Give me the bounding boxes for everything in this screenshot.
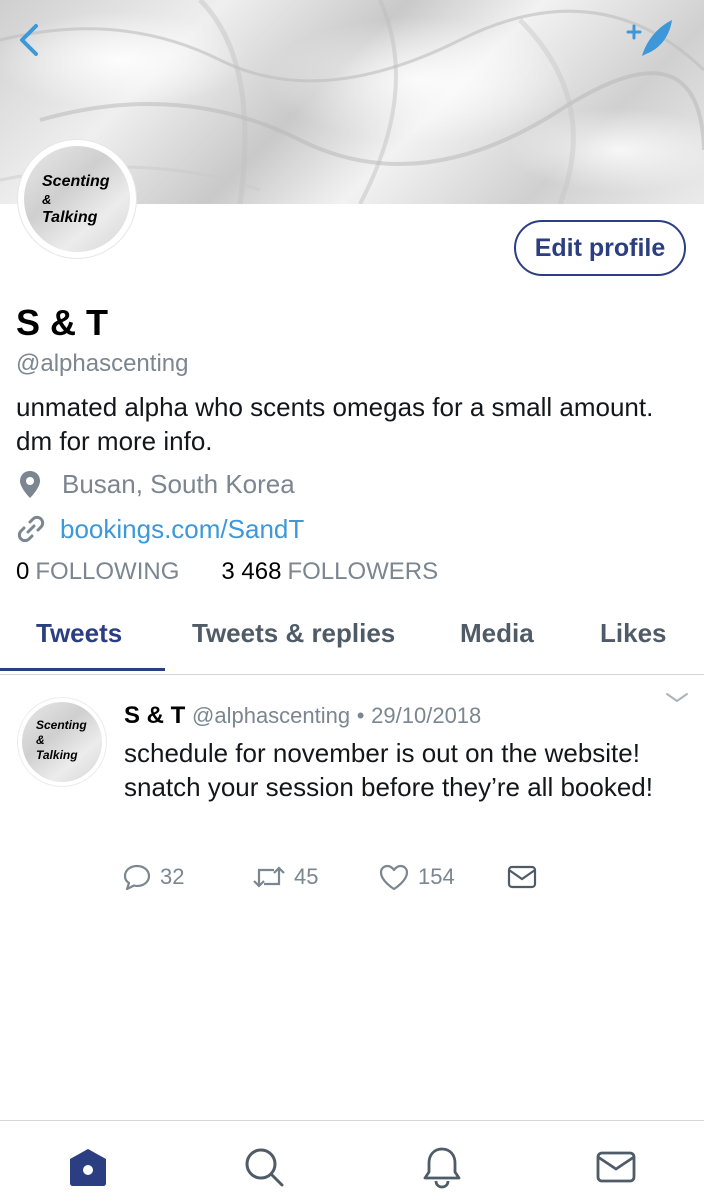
profile-website[interactable]: bookings.com/SandT xyxy=(16,511,304,547)
avatar-text-line-3: Talking xyxy=(42,209,98,226)
tweet-text: schedule for november is out on the webs… xyxy=(124,738,653,802)
heart-icon xyxy=(379,864,409,891)
like-count: 154 xyxy=(418,864,455,889)
link-icon xyxy=(17,515,45,543)
following-stat[interactable]: 0 FOLLOWING xyxy=(16,558,179,586)
location-pin-icon xyxy=(20,471,40,498)
profile-handle: @alphascenting xyxy=(16,350,189,377)
profile-tabs: Tweets Tweets & replies Media Likes xyxy=(0,604,704,675)
compose-tweet-button[interactable] xyxy=(622,14,678,62)
followers-stat[interactable]: 3 468 FOLLOWERS xyxy=(221,558,438,586)
home-icon xyxy=(70,1149,106,1186)
chevron-left-icon xyxy=(20,24,38,56)
profile-bio: unmated alpha who scents omegas for a sm… xyxy=(16,392,654,456)
chevron-down-icon xyxy=(666,693,688,703)
messages-envelope-icon xyxy=(596,1151,636,1183)
tab-tweets-and-replies[interactable]: Tweets & replies xyxy=(192,618,395,649)
tweet-separator: • xyxy=(356,703,365,728)
active-tab-indicator xyxy=(0,668,165,671)
back-button[interactable] xyxy=(10,20,50,60)
nav-notifications[interactable] xyxy=(420,1145,464,1189)
retweet-count: 45 xyxy=(294,864,319,889)
bottom-tab-bar xyxy=(0,1120,704,1201)
retweet-button[interactable]: 45 xyxy=(252,860,318,894)
nav-home[interactable] xyxy=(66,1145,110,1189)
website-link[interactable]: bookings.com/SandT xyxy=(60,514,304,545)
reply-count: 32 xyxy=(160,864,185,889)
tweet-avatar-text-line-2: & xyxy=(36,733,45,747)
profile-name: S & T xyxy=(16,302,109,343)
direct-message-button[interactable] xyxy=(506,860,538,894)
followers-label: FOLLOWERS xyxy=(287,558,439,585)
tweet-avatar[interactable]: Scenting & Talking xyxy=(18,698,106,786)
profile-location: Busan, South Korea xyxy=(16,466,295,502)
tab-likes[interactable]: Likes xyxy=(600,618,667,649)
following-label: FOLLOWING xyxy=(35,558,180,585)
tweet-avatar-text-line-3: Talking xyxy=(36,748,78,762)
compose-feather-icon xyxy=(626,20,672,56)
avatar-text-line-2: & xyxy=(42,192,52,207)
tweet-options-button[interactable] xyxy=(664,690,690,706)
tweet-item[interactable]: Scenting & Talking S & T @alphascenting … xyxy=(0,674,704,914)
retweet-icon xyxy=(253,866,285,888)
tweet-author-handle: @alphascenting xyxy=(192,703,351,728)
notifications-bell-icon xyxy=(423,1147,461,1189)
profile-avatar[interactable]: Scenting & Talking xyxy=(18,140,136,258)
tweet-avatar-text-line-1: Scenting xyxy=(36,718,87,732)
avatar-text-line-1: Scenting xyxy=(42,173,110,190)
location-label: Busan, South Korea xyxy=(62,468,295,499)
reply-bubble-icon xyxy=(123,864,151,891)
search-icon xyxy=(245,1148,284,1187)
nav-messages[interactable] xyxy=(594,1145,638,1189)
tweet-author-name: S & T xyxy=(124,702,186,729)
reply-button[interactable]: 32 xyxy=(122,860,184,894)
envelope-icon xyxy=(507,865,537,889)
tab-tweets[interactable]: Tweets xyxy=(36,618,122,649)
followers-count: 3 468 xyxy=(221,558,282,585)
like-button[interactable]: 154 xyxy=(378,860,455,894)
edit-profile-button[interactable]: Edit profile xyxy=(514,220,686,276)
tweet-actions: 32 45 154 xyxy=(122,860,562,894)
tweet-date: 29/10/2018 xyxy=(371,703,482,728)
following-count: 0 xyxy=(16,558,30,585)
follow-stats: 0 FOLLOWING 3 468 FOLLOWERS xyxy=(16,558,438,586)
tweet-header: S & T @alphascenting • 29/10/2018 xyxy=(124,702,481,730)
tab-media[interactable]: Media xyxy=(460,618,534,649)
nav-search[interactable] xyxy=(242,1145,286,1189)
